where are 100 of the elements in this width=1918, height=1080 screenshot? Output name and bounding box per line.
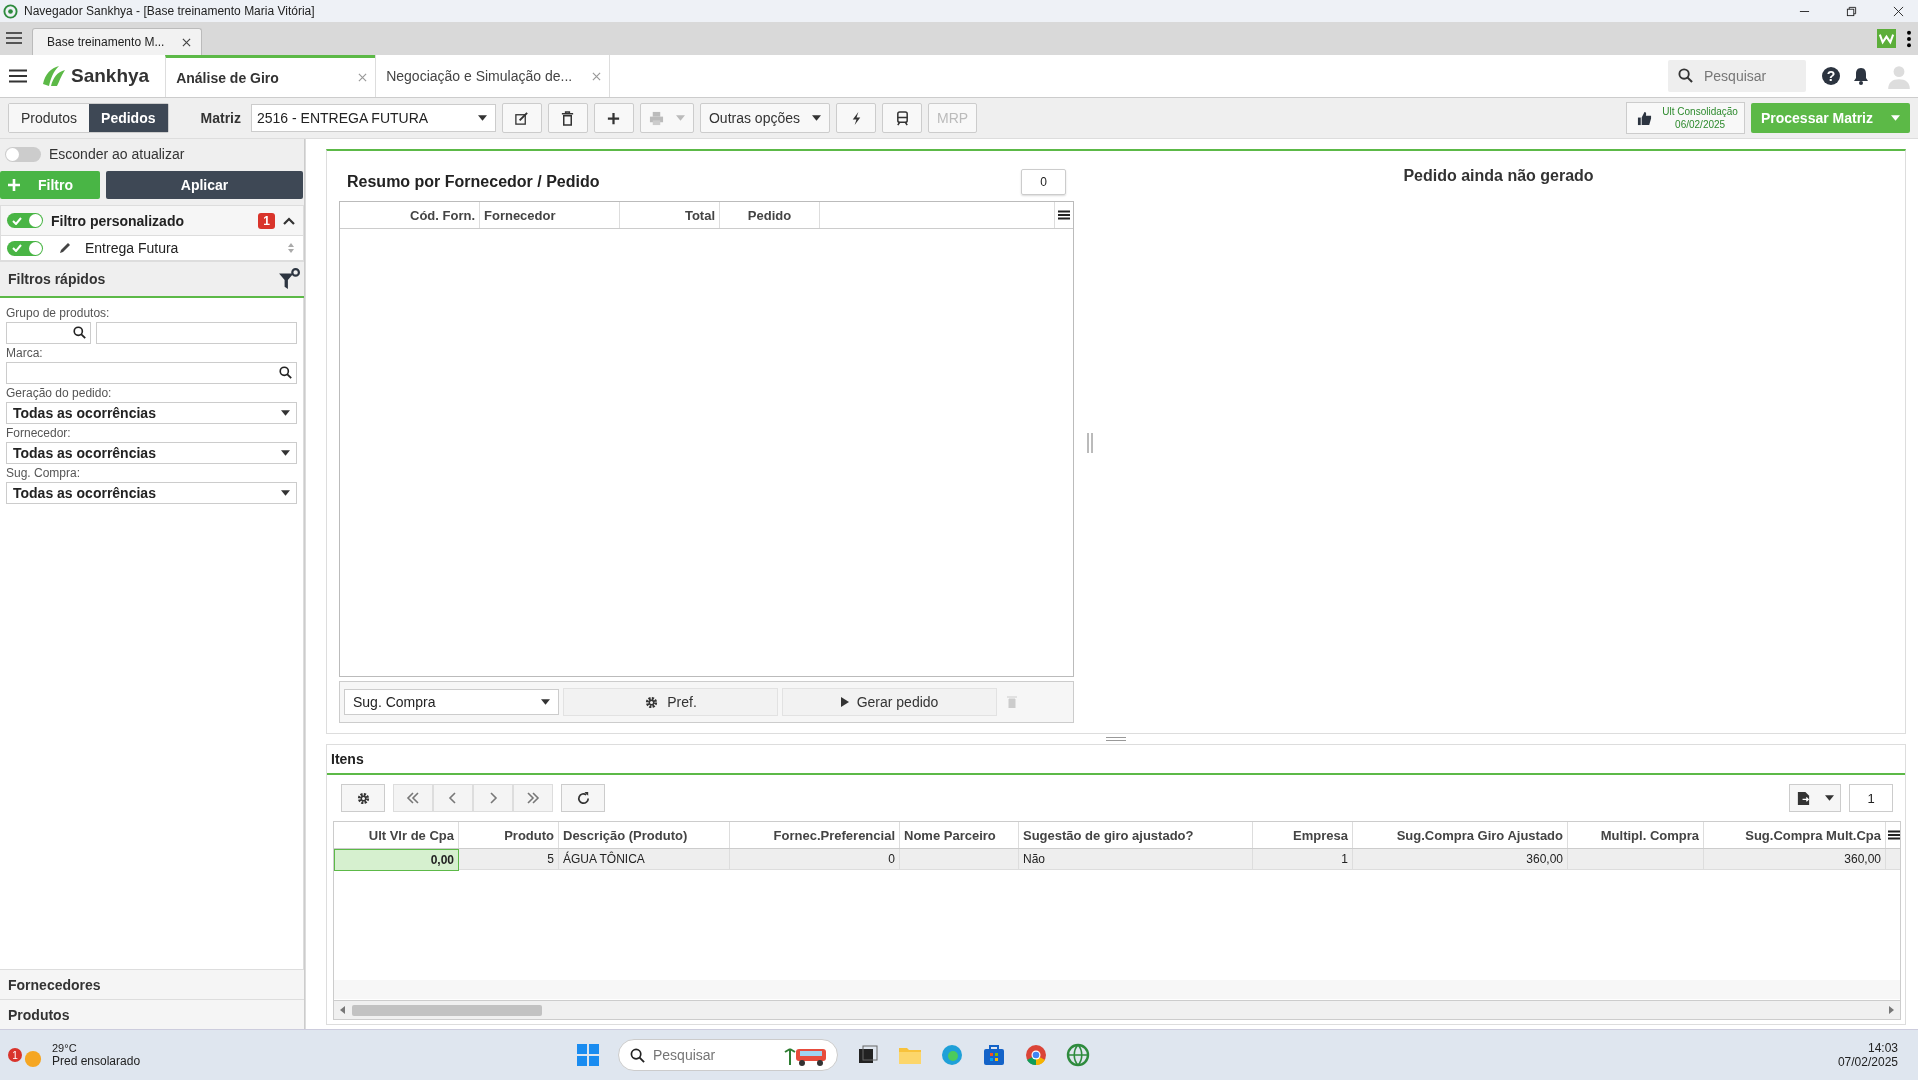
code-field[interactable]: [6, 322, 91, 344]
column-header[interactable]: Pedido: [720, 202, 820, 228]
weather-description: Pred ensolarado: [52, 1054, 141, 1068]
consolidation-label: Ult Consolidação: [1662, 105, 1738, 118]
double-chevron-left-icon: [406, 792, 420, 804]
field-label: Marca:: [6, 346, 44, 360]
matriz-select[interactable]: 2516 - ENTREGA FUTURA: [250, 104, 496, 132]
panel-title: Resumo por Fornecedor / Pedido: [347, 173, 600, 191]
column-header[interactable]: Fornecedor: [480, 202, 620, 228]
column-header[interactable]: Sug.Compra Mult.Cpa: [1704, 822, 1886, 848]
caret-icon: [1891, 115, 1900, 121]
footer-select[interactable]: Sug. Compra: [344, 689, 559, 715]
refresh-icon: [575, 790, 591, 806]
column-header[interactable]: Sugestão de giro ajustado?: [1019, 822, 1253, 848]
menu-icon[interactable]: [9, 69, 27, 83]
description-field[interactable]: [96, 322, 297, 344]
add-button[interactable]: [593, 103, 634, 133]
column-header[interactable]: Ult Vlr de Cpa: [334, 822, 459, 848]
more-icon[interactable]: [1906, 30, 1912, 48]
count-badge: 1: [258, 212, 275, 229]
collapsed-section[interactable]: Fornecedores: [0, 969, 304, 999]
column-header[interactable]: Multipl. Compra: [1568, 822, 1704, 848]
table-cell: ÁGUA TÔNICA: [559, 849, 730, 869]
select-field[interactable]: Todas as ocorrências: [6, 442, 297, 464]
search-icon[interactable]: [73, 326, 86, 339]
more-options-button[interactable]: Outras opções: [699, 103, 831, 133]
generate-order-button[interactable]: Gerar pedido: [782, 688, 997, 716]
column-header[interactable]: Descrição (Produto): [559, 822, 730, 848]
column-header[interactable]: Fornec.Preferencial: [730, 822, 900, 848]
refresh-button[interactable]: [561, 784, 605, 812]
preferences-button[interactable]: Pref.: [563, 688, 778, 716]
column-header[interactable]: Sug.Compra Giro Ajustado: [1353, 822, 1568, 848]
apply-button[interactable]: Aplicar: [106, 171, 303, 199]
extension-icon[interactable]: [1877, 29, 1896, 48]
column-header[interactable]: Total: [620, 202, 720, 228]
pencil-icon[interactable]: [59, 242, 71, 254]
previous-page-button[interactable]: [433, 784, 473, 812]
column-menu-icon[interactable]: [1888, 830, 1900, 840]
delete-button[interactable]: [547, 103, 588, 133]
store-icon[interactable]: [982, 1043, 1006, 1067]
empty-state-message: Pedido ainda não gerado: [1403, 167, 1594, 186]
export-button[interactable]: [1789, 784, 1841, 812]
scroll-left-icon[interactable]: [340, 1006, 346, 1014]
close-icon[interactable]: [1893, 5, 1904, 17]
plus-icon: [8, 179, 20, 191]
edit-button[interactable]: [501, 103, 542, 133]
column-header[interactable]: Cód. Forn.: [340, 202, 480, 228]
browser-tab[interactable]: Base treinamento M...: [32, 28, 202, 55]
notification-bell-icon[interactable]: [1852, 67, 1870, 85]
settings-button[interactable]: [341, 784, 385, 812]
resize-handle-icon[interactable]: [1086, 433, 1094, 453]
table-cell: 0: [730, 849, 900, 869]
table-cell: 360,00: [1353, 849, 1568, 869]
brand-name: Sankhya: [71, 65, 150, 87]
lightning-button[interactable]: [836, 103, 877, 133]
search-icon: [630, 1048, 645, 1063]
temperature: 29°C: [52, 1042, 78, 1054]
toggle-switch[interactable]: [7, 240, 43, 256]
check-icon: [12, 244, 22, 252]
view-toggle-button[interactable]: Pedidos: [89, 104, 168, 132]
edit-icon: [514, 110, 530, 126]
filter-settings-icon[interactable]: [278, 268, 300, 290]
search-icon[interactable]: [279, 366, 292, 379]
caret-icon: [281, 410, 290, 416]
chrome-icon[interactable]: [1024, 1043, 1048, 1067]
bus-button[interactable]: [882, 103, 923, 133]
table-cell: Não: [1019, 849, 1253, 869]
caret-icon: [281, 450, 290, 456]
view-toggle-button[interactable]: Produtos: [9, 104, 90, 132]
select-field[interactable]: Todas as ocorrências: [6, 482, 297, 504]
taskbar-search-field[interactable]: Pesquisar: [618, 1039, 838, 1071]
last-page-button[interactable]: [513, 784, 553, 812]
restore-icon[interactable]: [1846, 5, 1857, 17]
menu-icon[interactable]: [6, 31, 22, 45]
column-header[interactable]: Produto: [459, 822, 559, 848]
toggle-label: Esconder ao atualizar: [49, 146, 185, 162]
select-field[interactable]: Todas as ocorrências: [6, 402, 297, 424]
field-label: Geração do pedido:: [6, 386, 113, 400]
scroll-arrows-icon[interactable]: [287, 242, 295, 254]
scroll-right-icon[interactable]: [1888, 1006, 1894, 1014]
clock-date: 07/02/2025: [1837, 1055, 1898, 1069]
column-header[interactable]: Empresa: [1253, 822, 1353, 848]
browser-icon[interactable]: [940, 1043, 964, 1067]
search-field[interactable]: Pesquisar: [1668, 60, 1806, 92]
column-header[interactable]: Nome Parceiro: [900, 822, 1019, 848]
page-number-field[interactable]: 1: [1849, 784, 1893, 812]
first-page-button[interactable]: [393, 784, 433, 812]
column-menu-icon[interactable]: [1058, 210, 1070, 220]
globe-app-icon[interactable]: [1066, 1043, 1090, 1067]
lookup-field[interactable]: [6, 362, 297, 384]
toggle-switch[interactable]: [5, 146, 41, 162]
close-icon[interactable]: [182, 37, 191, 47]
next-page-button[interactable]: [473, 784, 513, 812]
toggle-switch[interactable]: [7, 213, 43, 228]
start-icon[interactable]: [576, 1043, 600, 1067]
chevron-up-icon[interactable]: [283, 216, 295, 225]
app-tab[interactable]: Negociação e Simulação de...: [375, 55, 611, 97]
collapsed-section[interactable]: Produtos: [0, 999, 304, 1029]
splitter-handle-icon[interactable]: [1106, 736, 1126, 742]
help-button[interactable]: ?: [1822, 67, 1840, 85]
